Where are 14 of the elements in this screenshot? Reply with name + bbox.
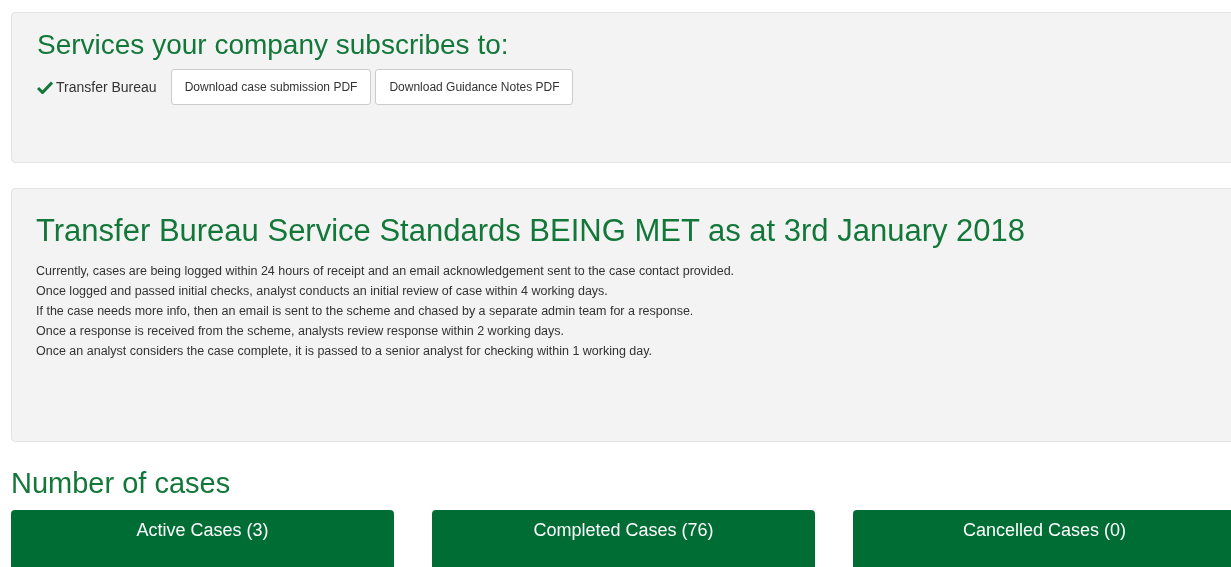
standard-text: Once logged and passed initial checks, analyst conducts an initial review of case within 4 working days. — [36, 283, 609, 300]
panel-title: Transfer Bureau Service Standards BEING MET as at 3rd January 2018 — [36, 213, 1027, 249]
panel-title: Services your company subscribes to: — [37, 29, 510, 61]
standard-text: Once a response is received from the scheme, analysts review response within 2 working days. — [36, 323, 566, 340]
section-title: Number of cases — [11, 467, 232, 500]
cases-button[interactable]: Completed Cases (76) — [432, 510, 815, 567]
cases-button[interactable]: Active Cases (3) — [11, 510, 394, 567]
download-button[interactable]: Download case submission PDF — [170, 69, 372, 105]
standard-text: Currently, cases are being logged within 24 hours of receipt and an email acknowledgement sent to the case contact provided. — [36, 263, 736, 280]
standard-text: Once an analyst considers the case complete, it is passed to a senior analyst for checking within 1 working day. — [36, 343, 654, 360]
service-label: Transfer Bureau — [56, 79, 157, 95]
cases-button[interactable]: Cancelled Cases (0) — [853, 510, 1231, 567]
standard-text: If the case needs more info, then an email is sent to the scheme and chased by a separate admin team for a response. — [36, 303, 695, 320]
download-button[interactable]: Download Guidance Notes PDF — [375, 69, 574, 105]
